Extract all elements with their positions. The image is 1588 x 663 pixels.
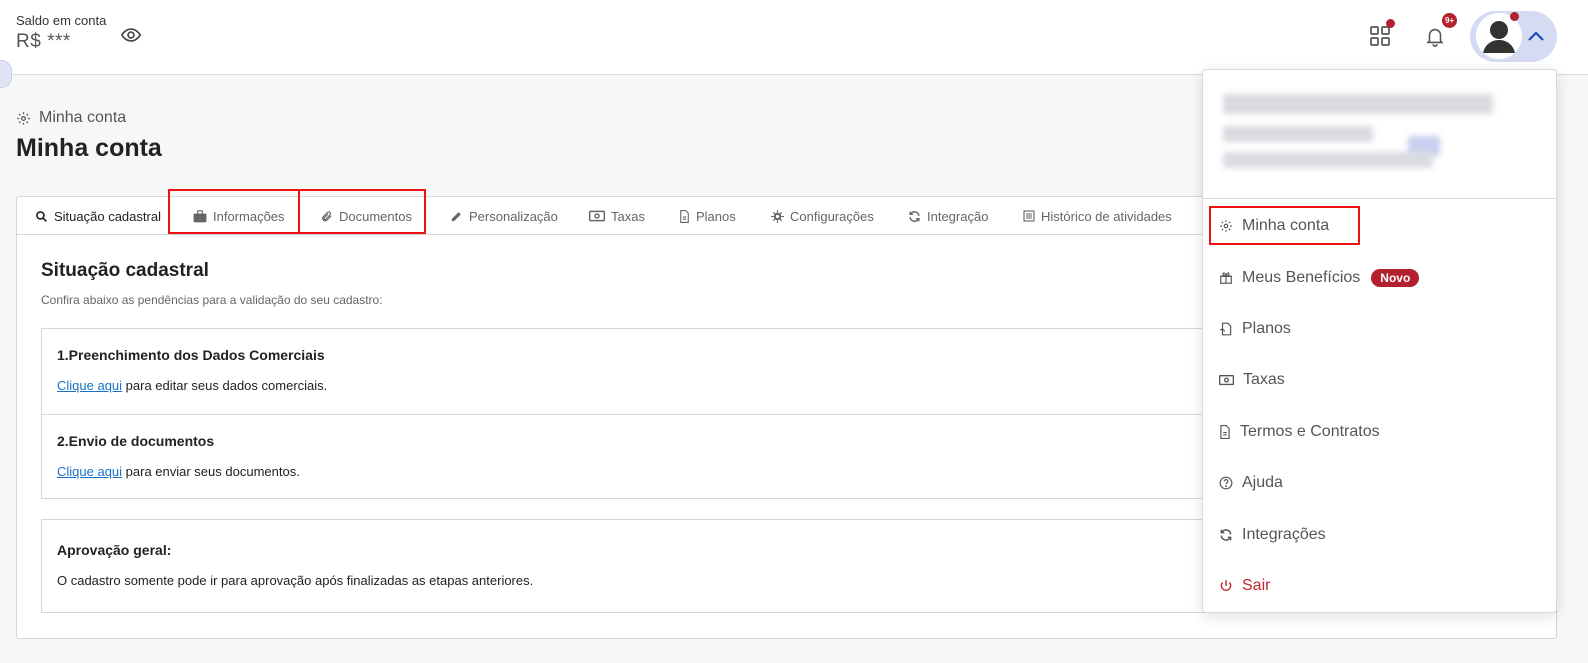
- search-icon: [36, 210, 47, 222]
- page-title: Minha conta: [16, 134, 162, 162]
- menu-item-planos[interactable]: Planos: [1219, 315, 1291, 343]
- new-badge: Novo: [1371, 269, 1420, 287]
- menu-item-label: Minha conta: [1242, 217, 1330, 234]
- apps-notification-dot: [1386, 19, 1395, 28]
- tab-label: Taxas: [611, 208, 645, 224]
- menu-item-meus-beneficios[interactable]: Meus Benefícios Novo: [1219, 264, 1420, 292]
- menu-item-label: Termos e Contratos: [1240, 423, 1380, 440]
- chevron-up-icon[interactable]: [1526, 28, 1546, 44]
- step-text: para enviar seus documentos.: [122, 464, 300, 479]
- menu-item-label: Ajuda: [1242, 474, 1283, 491]
- list-icon: [1023, 210, 1035, 222]
- briefcase-icon: [193, 209, 207, 222]
- balance-label: Saldo em conta: [16, 13, 107, 28]
- plan-icon: [1219, 322, 1232, 336]
- avatar-status-dot: [1510, 12, 1519, 21]
- tab-label: Informações: [213, 208, 285, 224]
- money-icon: [589, 210, 605, 222]
- help-icon: [1219, 476, 1233, 490]
- menu-divider: [1203, 198, 1556, 199]
- tab-integracao[interactable]: Integração: [908, 197, 988, 235]
- gear-icon: [1220, 220, 1232, 232]
- menu-item-termos-contratos[interactable]: Termos e Contratos: [1219, 418, 1380, 446]
- tab-label: Documentos: [339, 208, 412, 224]
- menu-item-label: Meus Benefícios: [1242, 269, 1361, 286]
- tab-label: Integração: [927, 208, 989, 224]
- redacted-user-id: [1223, 152, 1433, 168]
- bell-icon[interactable]: [1424, 24, 1446, 48]
- approval-title: Aprovação geral:: [57, 542, 172, 558]
- tab-label: Configurações: [790, 208, 874, 224]
- tab-planos[interactable]: Planos: [679, 197, 736, 235]
- tab-label: Personalização: [469, 208, 558, 224]
- send-documents-link[interactable]: Clique aqui: [57, 464, 122, 479]
- balance-value: R$ ***: [16, 31, 71, 52]
- gear-icon: [771, 209, 784, 223]
- tab-taxas[interactable]: Taxas: [589, 197, 645, 235]
- gift-icon: [1220, 272, 1232, 284]
- menu-item-sair[interactable]: Sair: [1219, 572, 1270, 600]
- menu-item-label: Integrações: [1242, 526, 1326, 543]
- tab-label: Planos: [696, 208, 736, 224]
- redacted-user-email: [1223, 126, 1373, 142]
- user-dropdown-menu: Minha conta Meus Benefícios Novo Planos …: [1202, 69, 1557, 613]
- menu-item-label: Planos: [1242, 320, 1291, 337]
- step-text: para editar seus dados comerciais.: [122, 378, 328, 393]
- menu-item-label: Sair: [1242, 577, 1271, 594]
- section-subtitle: Confira abaixo as pendências para a vali…: [41, 293, 383, 307]
- step-title: 2.Envio de documentos: [57, 433, 215, 449]
- paperclip-icon: [322, 210, 332, 221]
- tab-personalizacao[interactable]: Personalização: [450, 197, 558, 235]
- tab-situacao-cadastral[interactable]: Situação cadastral: [35, 197, 161, 235]
- tab-configuracoes[interactable]: Configurações: [771, 197, 874, 235]
- menu-item-ajuda[interactable]: Ajuda: [1219, 469, 1283, 497]
- menu-item-taxas[interactable]: Taxas: [1219, 366, 1285, 394]
- top-bar: Saldo em conta R$ *** 9+: [0, 0, 1588, 75]
- refresh-icon: [909, 210, 920, 222]
- menu-item-label: Taxas: [1243, 371, 1285, 388]
- tab-historico[interactable]: Histórico de atividades: [1023, 197, 1172, 235]
- tab-documentos[interactable]: Documentos: [321, 197, 412, 235]
- tab-informacoes[interactable]: Informações: [193, 197, 285, 235]
- document-icon: [1220, 425, 1230, 439]
- breadcrumb-label: Minha conta: [39, 109, 127, 126]
- menu-item-integracoes[interactable]: Integrações: [1219, 521, 1326, 549]
- eye-icon[interactable]: [120, 24, 142, 46]
- notification-count-badge: 9+: [1442, 13, 1457, 28]
- refresh-icon: [1220, 529, 1232, 541]
- redacted-user-name: [1223, 94, 1493, 114]
- step-description: Clique aqui para editar seus dados comer…: [57, 378, 327, 393]
- approval-text: O cadastro somente pode ir para aprovaçã…: [57, 573, 534, 588]
- menu-item-minha-conta[interactable]: Minha conta: [1219, 212, 1329, 240]
- tab-label: Situação cadastral: [54, 208, 161, 224]
- money-icon: [1219, 374, 1234, 386]
- power-icon: [1220, 580, 1232, 591]
- step-title: 1.Preenchimento dos Dados Comerciais: [57, 347, 325, 363]
- gear-icon: [17, 111, 30, 125]
- tab-label: Histórico de atividades: [1041, 208, 1172, 224]
- document-icon: [680, 209, 689, 223]
- step-description: Clique aqui para enviar seus documentos.: [57, 464, 300, 479]
- pencil-icon: [451, 211, 461, 221]
- section-title: Situação cadastral: [41, 260, 209, 281]
- sidebar-toggle[interactable]: [0, 60, 12, 88]
- breadcrumb: Minha conta: [16, 109, 126, 127]
- edit-commercial-data-link[interactable]: Clique aqui: [57, 378, 122, 393]
